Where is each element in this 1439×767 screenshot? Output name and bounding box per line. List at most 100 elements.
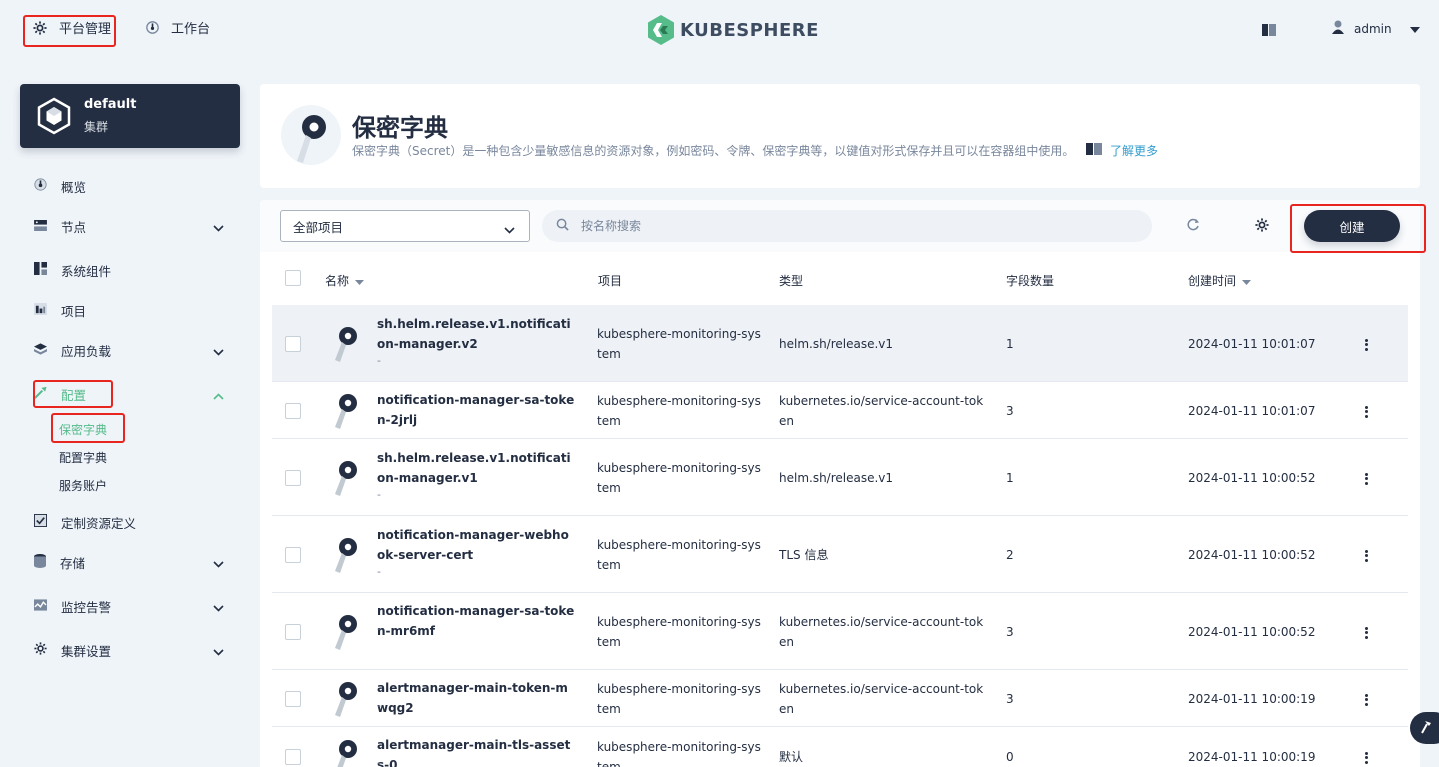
cluster-icon: [37, 97, 71, 135]
more-options-icon[interactable]: [1365, 548, 1369, 563]
kubesphere-logo[interactable]: KUBESPHERE: [648, 15, 819, 45]
row-checkbox[interactable]: [285, 470, 301, 486]
crd-icon: [34, 514, 47, 530]
table-row[interactable]: alertmanager-main-tls-assets-0- kubespher…: [272, 727, 1408, 767]
sort-down-icon: [355, 274, 365, 288]
sidebar-item-label: 定制资源定义: [61, 515, 137, 531]
secret-field-count: 1: [1006, 337, 1014, 351]
table-row[interactable]: sh.helm.release.v1.notification-manager.…: [272, 439, 1408, 516]
secret-name[interactable]: notification-manager-webhook-server-cert: [377, 525, 577, 565]
secret-name[interactable]: alertmanager-main-tls-assets-0: [377, 735, 577, 767]
row-checkbox[interactable]: [285, 691, 301, 707]
secret-field-count: 3: [1006, 625, 1014, 639]
row-checkbox[interactable]: [285, 624, 301, 640]
more-options-icon[interactable]: [1365, 404, 1369, 419]
more-options-icon[interactable]: [1365, 692, 1369, 707]
select-all-checkbox[interactable]: [285, 270, 301, 286]
notebook-icon[interactable]: [1262, 24, 1276, 39]
chevron-up-icon: [213, 388, 224, 403]
secret-description: -: [377, 354, 381, 367]
sort-down-icon: [1242, 274, 1252, 288]
secret-created-time: 2024-01-11 10:00:52: [1188, 548, 1316, 562]
secret-project: kubesphere-monitoring-system: [597, 461, 761, 495]
user-menu[interactable]: admin: [1332, 20, 1420, 37]
gear-icon: [34, 642, 47, 658]
sidebar-item-crds[interactable]: 定制资源定义: [34, 511, 230, 533]
list-toolbar: 全部项目 创建: [260, 200, 1420, 252]
dashboard-icon: [34, 178, 47, 194]
secret-type: kubernetes.io/service-account-token: [779, 682, 984, 716]
sidebar-item-nodes[interactable]: 节点: [34, 215, 230, 237]
config-icon: [34, 386, 47, 402]
secret-project: kubesphere-monitoring-system: [597, 682, 761, 716]
column-header-name[interactable]: 名称: [325, 272, 365, 289]
table-header: 名称 项目 类型 字段数量 创建时间: [272, 252, 1408, 304]
key-icon: [332, 326, 360, 365]
project-select[interactable]: 全部项目: [280, 210, 530, 242]
table-row[interactable]: notification-manager-sa-token-mr6mf - kube…: [272, 593, 1408, 670]
nodes-icon: [34, 219, 47, 234]
secret-name[interactable]: sh.helm.release.v1.notification-manager.…: [377, 448, 577, 488]
column-header-created-time[interactable]: 创建时间: [1188, 272, 1252, 289]
column-label: 名称: [325, 274, 350, 288]
cluster-card[interactable]: default 集群: [20, 84, 240, 148]
table-row[interactable]: notification-manager-webhook-server-cert…: [272, 516, 1408, 593]
secret-name[interactable]: notification-manager-sa-token-mr6mf: [377, 601, 577, 641]
sidebar-item-overview[interactable]: 概览: [34, 175, 230, 197]
secret-name[interactable]: sh.helm.release.v1.notification-manager.…: [377, 314, 577, 354]
help-fab[interactable]: [1410, 712, 1439, 744]
more-options-icon[interactable]: [1365, 337, 1369, 352]
gear-icon[interactable]: [1255, 218, 1269, 235]
more-options-icon[interactable]: [1365, 625, 1369, 640]
more-options-icon[interactable]: [1365, 750, 1369, 765]
sidebar-item-label: 系统组件: [61, 263, 112, 279]
cluster-name: default: [84, 97, 137, 112]
workbench-label: 工作台: [171, 22, 211, 37]
refresh-icon[interactable]: [1186, 218, 1200, 235]
more-options-icon[interactable]: [1365, 471, 1369, 486]
secret-description: -: [377, 411, 381, 424]
sidebar-item-configuration[interactable]: 配置: [34, 383, 230, 405]
secret-name[interactable]: alertmanager-main-token-mwqg2: [377, 678, 577, 718]
search-input[interactable]: [581, 219, 1081, 233]
workbench-button[interactable]: 工作台: [146, 18, 210, 37]
sidebar-subitem-secrets[interactable]: 保密字典: [59, 421, 107, 438]
sidebar-item-label: 存储: [60, 555, 86, 571]
create-button[interactable]: 创建: [1304, 210, 1400, 242]
chevron-down-icon: [504, 222, 515, 237]
sidebar-subitem-service-accounts[interactable]: 服务账户: [59, 477, 107, 494]
table-row[interactable]: notification-manager-sa-token-2jrlj - kube…: [272, 382, 1408, 439]
row-checkbox[interactable]: [285, 749, 301, 765]
column-label: 创建时间: [1188, 274, 1237, 288]
sidebar-item-monitoring[interactable]: 监控告警: [34, 595, 230, 617]
key-icon: [281, 105, 341, 165]
learn-more-link[interactable]: 了解更多: [1086, 142, 1158, 159]
logo-text: KUBESPHERE: [680, 19, 819, 41]
secret-created-time: 2024-01-11 10:00:19: [1188, 750, 1316, 764]
sidebar-item-storage[interactable]: 存储: [34, 551, 230, 573]
key-icon: [332, 537, 360, 576]
secret-created-time: 2024-01-11 10:00:19: [1188, 692, 1316, 706]
sidebar-item-label: 监控告警: [61, 599, 112, 615]
search-bar[interactable]: [542, 210, 1152, 242]
key-icon: [332, 393, 360, 432]
secret-name[interactable]: notification-manager-sa-token-2jrlj: [377, 390, 577, 430]
table-row[interactable]: alertmanager-main-token-mwqg2- kubesphere…: [272, 670, 1408, 727]
secret-created-time: 2024-01-11 10:00:52: [1188, 471, 1316, 485]
row-checkbox[interactable]: [285, 403, 301, 419]
sidebar-item-system-components[interactable]: 系统组件: [34, 259, 230, 281]
table-row[interactable]: sh.helm.release.v1.notification-manager.…: [272, 305, 1408, 382]
platform-management-button[interactable]: 平台管理: [33, 18, 111, 37]
sidebar-item-cluster-settings[interactable]: 集群设置: [34, 639, 230, 661]
page-title: 保密字典: [352, 114, 448, 142]
sidebar-item-projects[interactable]: 项目: [34, 299, 230, 321]
sidebar-subitem-configmaps[interactable]: 配置字典: [59, 449, 107, 466]
secret-type: TLS 信息: [779, 548, 829, 562]
top-bar: 平台管理 工作台 KUBESPHERE admin: [0, 0, 1439, 60]
secret-project: kubesphere-monitoring-system: [597, 394, 761, 428]
row-checkbox[interactable]: [285, 336, 301, 352]
row-checkbox[interactable]: [285, 547, 301, 563]
sidebar-item-workloads[interactable]: 应用负载: [34, 339, 230, 361]
learn-more-label: 了解更多: [1110, 144, 1159, 158]
sidebar-item-label: 概览: [61, 179, 87, 195]
